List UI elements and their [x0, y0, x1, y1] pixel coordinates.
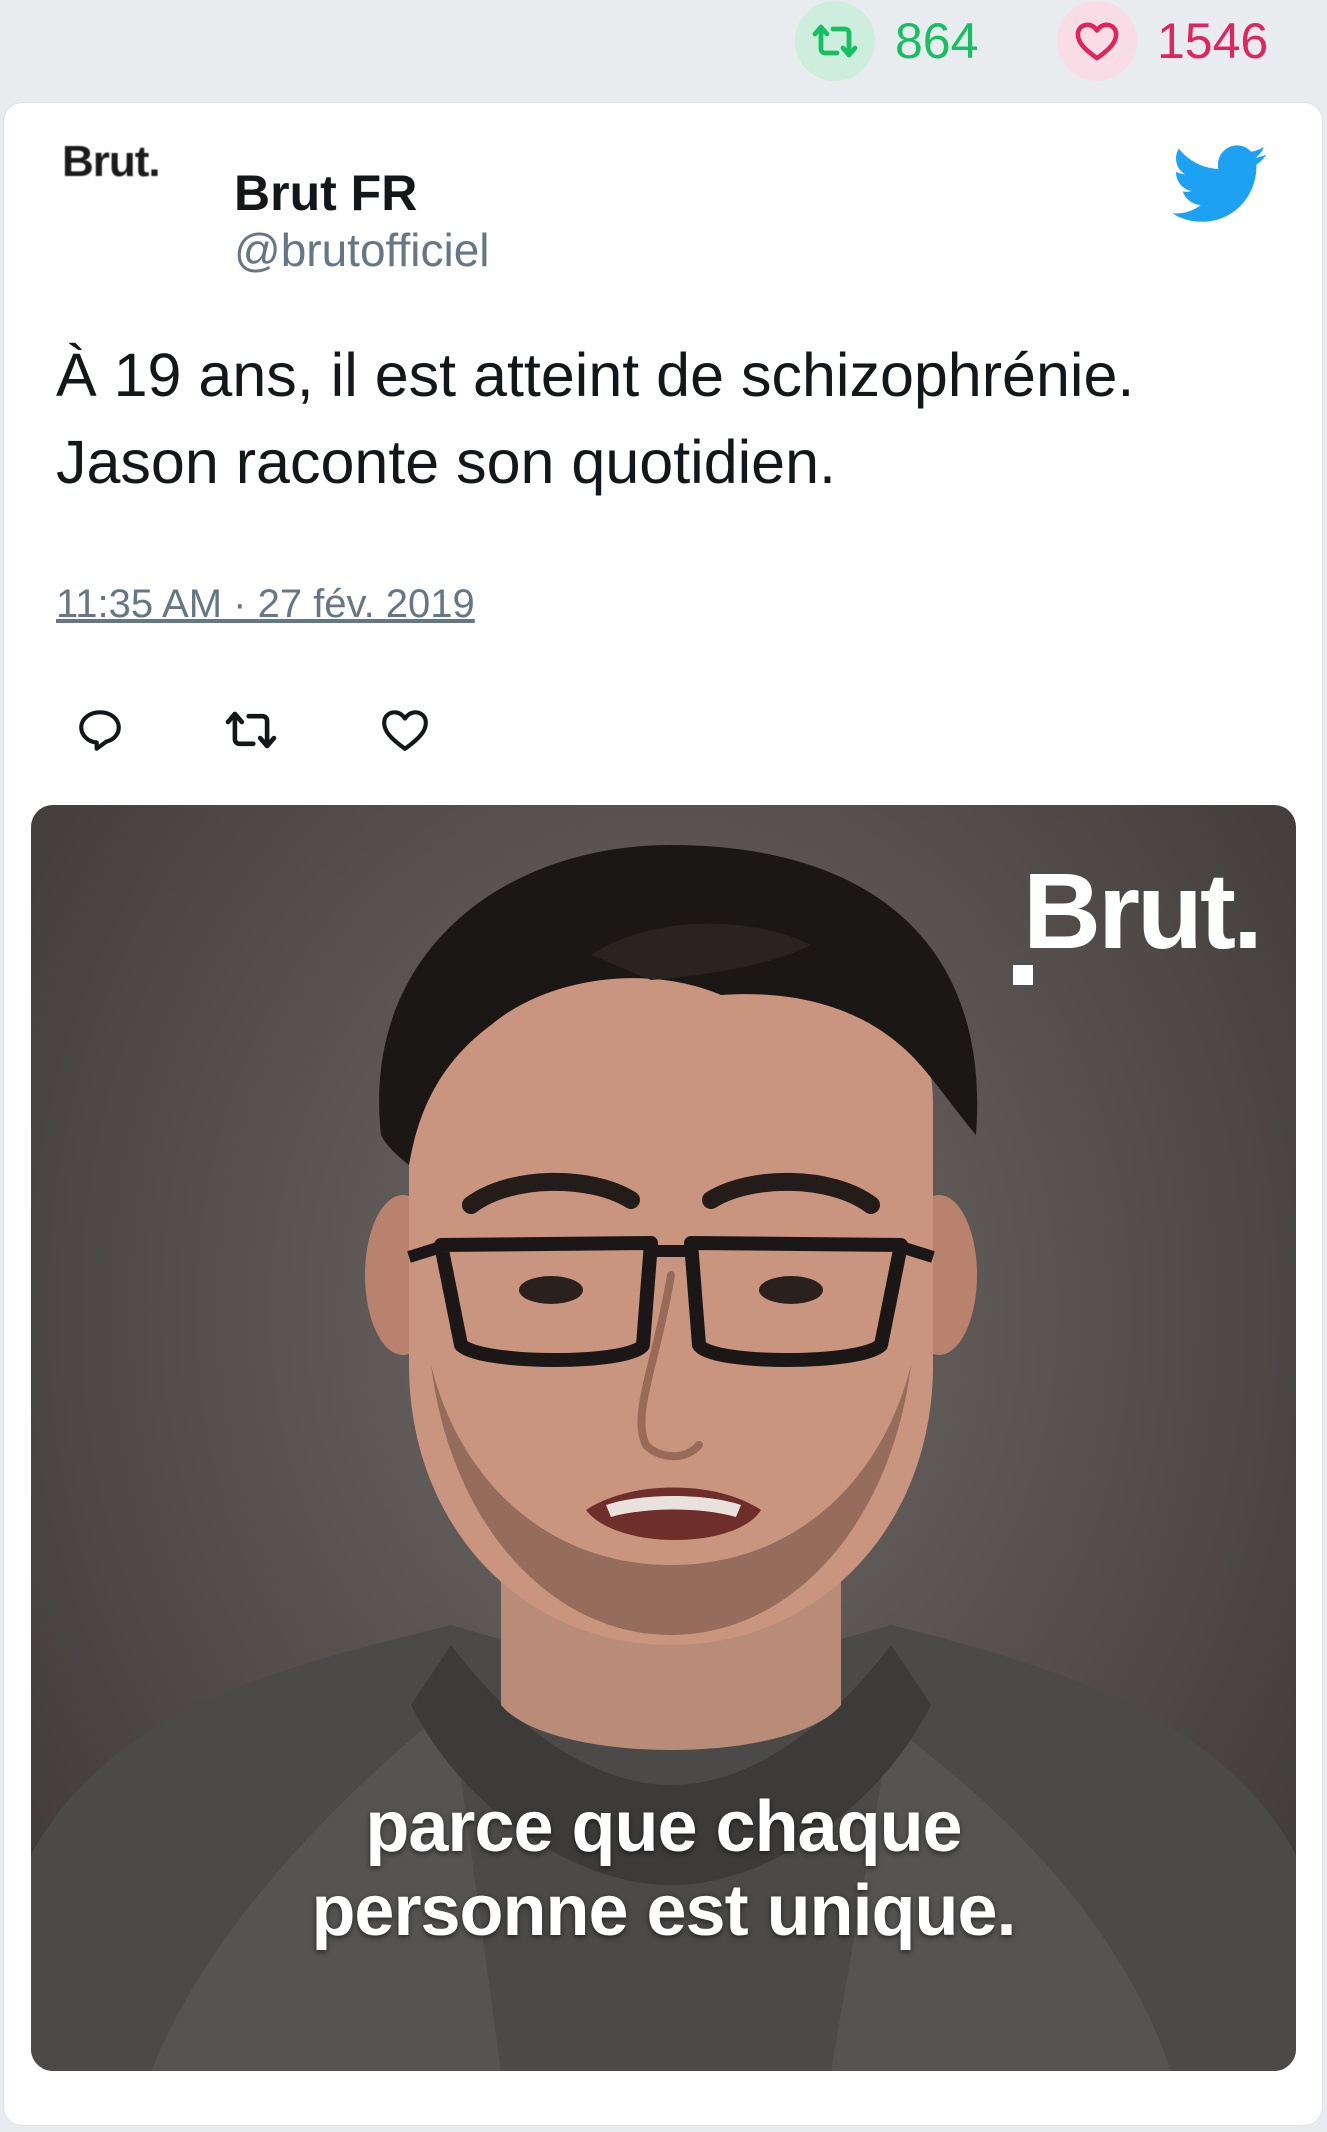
- like-button[interactable]: [365, 690, 445, 770]
- video-caption-line: parce que chaque: [365, 1787, 962, 1867]
- tweet-actions: [0, 690, 1327, 770]
- heart-stat-icon: [1057, 1, 1137, 81]
- tweet-text-line: À 19 ans, il est atteint de schizophréni…: [56, 341, 1135, 409]
- avatar-logo: Brut.: [62, 137, 161, 186]
- video-caption: parce que chaque personne est unique.: [31, 1785, 1296, 1953]
- author-name[interactable]: Brut FR: [234, 163, 417, 223]
- media-brut-logo: Brut.: [1023, 850, 1263, 971]
- retweet-button[interactable]: [211, 690, 291, 770]
- engagement-stats: 864 1546: [0, 0, 1327, 100]
- tweet-text-line: Jason raconte son quotidien.: [56, 428, 836, 496]
- reply-icon: [79, 710, 121, 751]
- reply-button[interactable]: [60, 690, 140, 770]
- tweet-text: À 19 ans, il est atteint de schizophréni…: [56, 332, 1276, 506]
- avatar[interactable]: Brut.: [62, 112, 202, 212]
- tweet-media-video[interactable]: Brut. parce que chaque personne est uniq…: [31, 805, 1296, 2071]
- like-icon: [382, 710, 428, 751]
- tweet-timestamp-link[interactable]: 11:35 AM · 27 fév. 2019: [56, 578, 475, 630]
- retweet-icon: [225, 711, 277, 749]
- retweet-stat[interactable]: 864: [795, 0, 978, 82]
- retweet-count: 864: [895, 13, 979, 69]
- video-caption-line: personne est unique.: [311, 1871, 1016, 1951]
- retweet-stat-icon: [795, 1, 875, 81]
- twitter-bird-icon[interactable]: [1172, 143, 1268, 227]
- like-count: 1546: [1157, 13, 1269, 69]
- author-handle[interactable]: @brutofficiel: [234, 222, 490, 278]
- like-stat[interactable]: 1546: [1057, 0, 1268, 82]
- media-logo-dot: [1013, 965, 1033, 985]
